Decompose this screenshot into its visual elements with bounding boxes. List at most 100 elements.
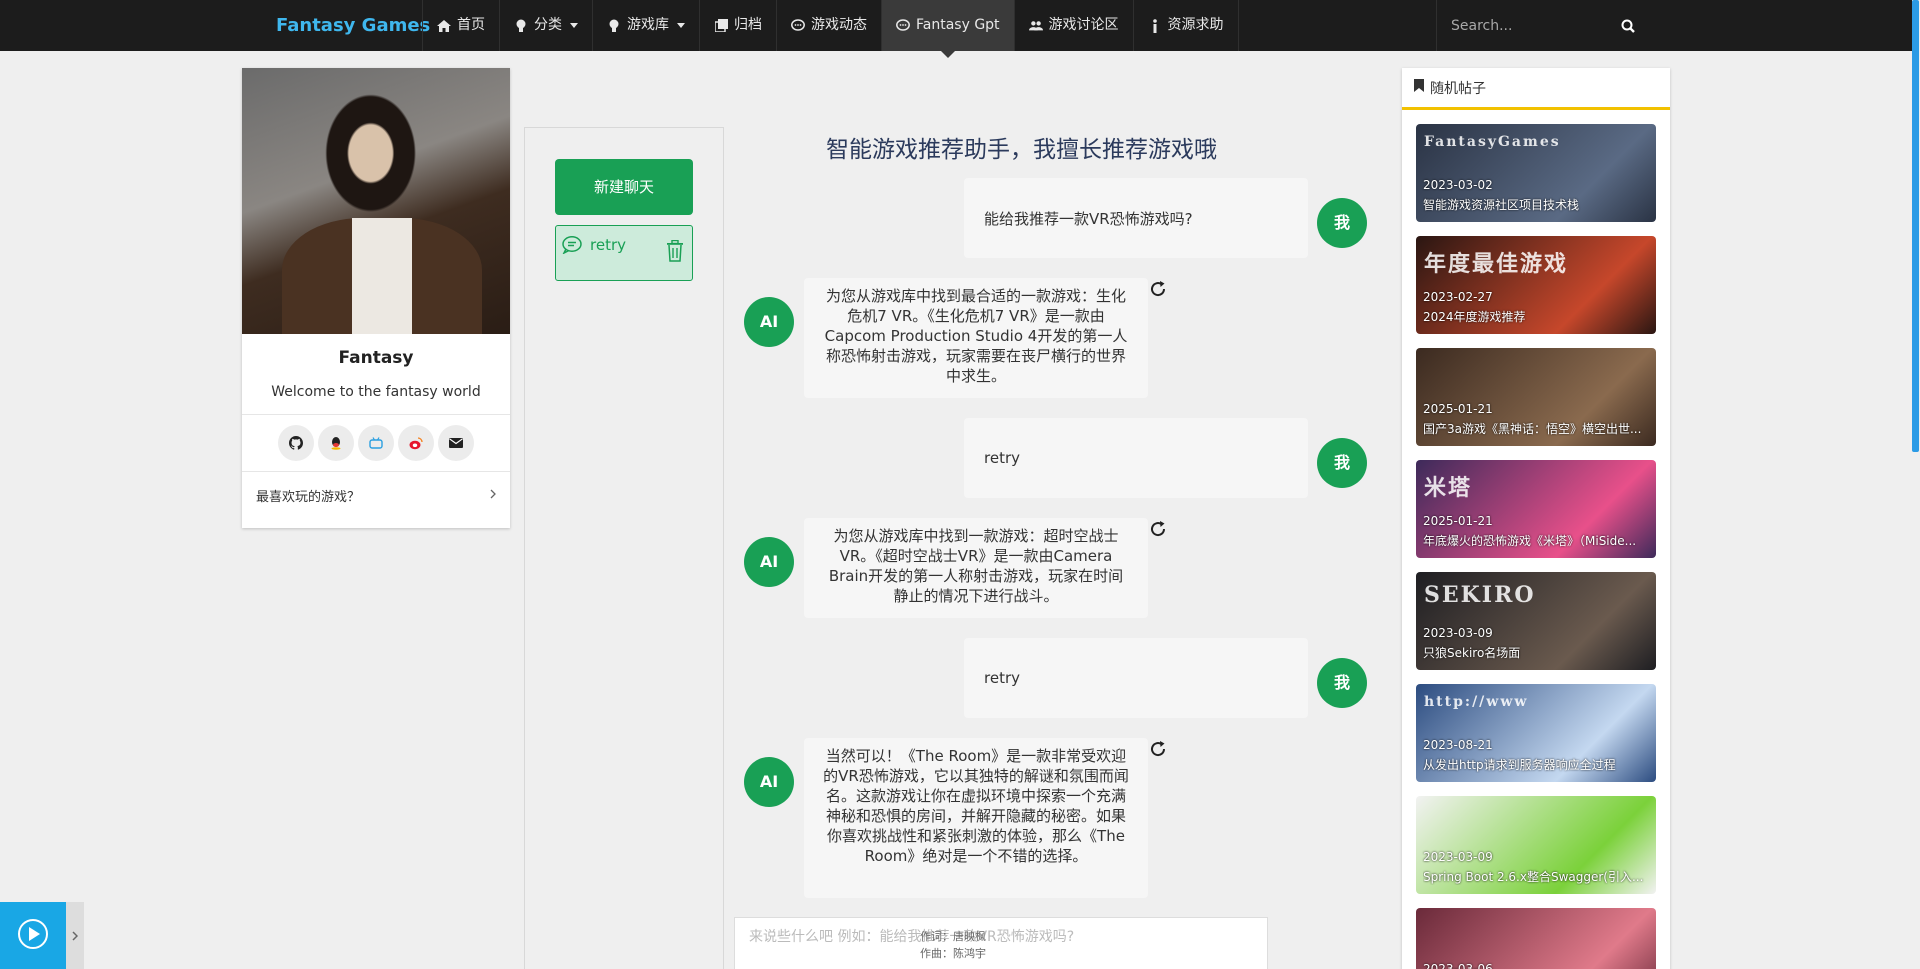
ai-message: 当然可以！《The Room》是一款非常受欢迎的VR恐怖游戏，它以其独特的解谜和… (804, 738, 1148, 898)
nav-item-label: 游戏库 (627, 17, 669, 33)
post-date: 2023-03-09 (1423, 850, 1493, 864)
post-date: 2023-08-21 (1423, 738, 1493, 752)
post-title: 只狼Sekiro名场面 (1423, 646, 1521, 660)
lightbulb-icon (514, 19, 528, 33)
post-date: 2025-01-21 (1423, 514, 1493, 528)
nav-item-discussion[interactable]: 游戏讨论区 (1013, 0, 1133, 51)
post-thumbnail-text: SEKIRO (1424, 582, 1536, 608)
lightbulb-icon (607, 19, 621, 33)
message-text: 为您从游戏库中找到最合适的一款游戏：生化危机7 VR。《生化危机7 VR》是一款… (824, 287, 1128, 385)
brand-logo[interactable]: Fantasy Games (276, 0, 430, 51)
nav-item-resource-help[interactable]: 资源求助 (1132, 0, 1239, 51)
favorite-games-label: 最喜欢玩的游戏？ (256, 490, 361, 505)
github-icon[interactable] (278, 425, 314, 461)
profile-name: Fantasy (338, 348, 414, 368)
post-date: 2025-01-21 (1423, 402, 1493, 416)
ai-message: 为您从游戏库中找到最合适的一款游戏：生化危机7 VR。《生化危机7 VR》是一款… (804, 278, 1148, 398)
nav-item-game-library[interactable]: 游戏库 (592, 0, 699, 51)
profile-bio: Welcome to the fantasy world (271, 384, 481, 400)
lyric-line: 作曲：陈鸿宇 (920, 947, 986, 960)
chat-session-label: retry (590, 236, 626, 254)
nav-item-archive[interactable]: 归档 (699, 0, 776, 51)
post-title: 2024年度游戏推荐 (1423, 310, 1526, 324)
message-text: retry (984, 449, 1020, 467)
top-navbar: Fantasy Games 首页 分类 游戏库 归档 游戏动态 Fantasy … (0, 0, 1920, 58)
message-text: retry (984, 669, 1020, 687)
random-post-card[interactable]: 2023-03-09 Spring Boot 2.6.x整合Swagger(引入.… (1416, 796, 1656, 894)
caret-down-icon (570, 23, 578, 28)
mail-icon[interactable] (438, 425, 474, 461)
player-expand-toggle[interactable] (66, 902, 84, 969)
favorite-games-link[interactable]: 最喜欢玩的游戏？ (242, 471, 510, 519)
new-chat-button[interactable]: 新建聊天 (555, 159, 693, 215)
user-message: 能给我推荐一款VR恐怖游戏吗? (964, 178, 1308, 258)
nav-item-label: 归档 (734, 17, 762, 33)
post-title: 年底爆火的恐怖游戏《米塔》（MiSide... (1423, 534, 1637, 548)
post-title: 国产3a游戏《黑神话：悟空》横空出世... (1423, 422, 1642, 436)
post-title: 从发出http请求到服务器响应全过程 (1423, 758, 1616, 772)
nav-item-label: Fantasy Gpt (916, 17, 1000, 33)
post-thumbnail-text: 年度最佳游戏 (1424, 251, 1569, 277)
regenerate-icon[interactable] (1149, 280, 1167, 302)
user-avatar: 我 (1317, 438, 1367, 488)
random-post-card[interactable]: http://www 2023-08-21 从发出http请求到服务器响应全过程 (1416, 684, 1656, 782)
post-date: 2023-03-06 (1423, 962, 1493, 969)
ai-avatar: AI (744, 297, 794, 347)
nav-item-home[interactable]: 首页 (422, 0, 499, 51)
post-date: 2023-03-09 (1423, 626, 1493, 640)
bilibili-icon[interactable] (358, 425, 394, 461)
random-post-card[interactable]: 2023-03-06 (1416, 908, 1656, 969)
chat-input-placeholder: 来说些什么吧 例如：能给我推荐一款VR恐怖游戏吗? (749, 929, 1075, 945)
chat-session-sidebar: 新建聊天 retry (524, 127, 724, 969)
regenerate-icon[interactable] (1149, 520, 1167, 542)
nav-item-news[interactable]: 游戏动态 (776, 0, 881, 51)
profile-photo (242, 68, 510, 334)
nav-menu: 首页 分类 游戏库 归档 游戏动态 Fantasy Gpt 游戏讨论区 资源求助 (422, 0, 1239, 58)
random-post-card[interactable]: SEKIRO 2023-03-09 只狼Sekiro名场面 (1416, 572, 1656, 670)
nav-item-label: 游戏动态 (811, 17, 867, 33)
user-message: retry (964, 418, 1308, 498)
comment-icon (896, 19, 910, 33)
nav-item-label: 资源求助 (1167, 17, 1224, 33)
random-post-card[interactable]: 米塔 2025-01-21 年底爆火的恐怖游戏《米塔》（MiSide... (1416, 460, 1656, 558)
chat-input[interactable]: 来说些什么吧 例如：能给我推荐一款VR恐怖游戏吗? (734, 917, 1268, 969)
widget-title: 随机帖子 (1430, 80, 1486, 97)
comment-icon (791, 19, 805, 33)
user-avatar: 我 (1317, 658, 1367, 708)
users-icon (1028, 19, 1043, 33)
delete-session-icon[interactable] (666, 239, 684, 266)
ai-avatar: AI (744, 537, 794, 587)
copy-icon (714, 19, 728, 33)
scrollbar-thumb[interactable] (1912, 0, 1919, 452)
caret-down-icon (677, 23, 685, 28)
post-title: Spring Boot 2.6.x整合Swagger(引入... (1423, 870, 1644, 884)
user-avatar: 我 (1317, 198, 1367, 248)
social-links (242, 414, 510, 471)
random-post-card[interactable]: 年度最佳游戏 2023-02-27 2024年度游戏推荐 (1416, 236, 1656, 334)
qq-icon[interactable] (318, 425, 354, 461)
random-post-card[interactable]: 2025-01-21 国产3a游戏《黑神话：悟空》横空出世... (1416, 348, 1656, 446)
search-icon[interactable] (1621, 19, 1635, 33)
chat-bubble-icon (562, 236, 582, 258)
search-input[interactable] (1451, 17, 1611, 34)
chat-session-item[interactable]: retry (555, 225, 693, 281)
post-date: 2023-02-27 (1423, 290, 1493, 304)
home-icon (437, 19, 451, 33)
search-box (1436, 0, 1649, 51)
bookmark-icon (1414, 79, 1424, 96)
chevron-right-icon (490, 488, 496, 503)
nav-item-label: 首页 (457, 17, 485, 33)
post-thumbnail-text: FantasyGames (1424, 134, 1561, 150)
nav-item-category[interactable]: 分类 (499, 0, 592, 51)
chevron-right-icon (72, 926, 79, 945)
regenerate-icon[interactable] (1149, 740, 1167, 762)
message-text: 能给我推荐一款VR恐怖游戏吗? (984, 209, 1193, 228)
weibo-icon[interactable] (398, 425, 434, 461)
nav-item-fantasy-gpt[interactable]: Fantasy Gpt (881, 0, 1014, 58)
play-icon (17, 918, 49, 954)
ai-avatar: AI (744, 757, 794, 807)
random-post-card[interactable]: FantasyGames 2023-03-02 智能游戏资源社区项目技术栈 (1416, 124, 1656, 222)
page-scrollbar[interactable] (1912, 0, 1920, 969)
music-player-button[interactable] (0, 902, 66, 969)
chat-title: 智能游戏推荐助手，我擅长推荐游戏哦 (826, 137, 1217, 163)
